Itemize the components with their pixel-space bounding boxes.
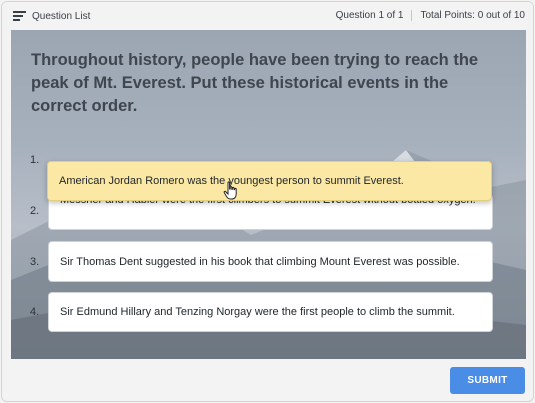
item-number: 2. (30, 205, 40, 217)
sortable-item-dragging[interactable]: American Jordan Romero was the youngest … (47, 161, 492, 201)
sortable-item[interactable]: Sir Thomas Dent suggested in his book th… (48, 241, 493, 282)
item-text: Sir Edmund Hillary and Tenzing Norgay we… (60, 306, 455, 318)
item-number: 3. (30, 256, 40, 268)
item-text: Sir Thomas Dent suggested in his book th… (60, 255, 460, 268)
question-text: Throughout history, people have been try… (31, 51, 479, 115)
hand-cursor-icon (223, 181, 237, 200)
question-list-button[interactable]: Question List (13, 8, 90, 24)
list-icon (13, 11, 26, 21)
quiz-status: Question 1 of 1 Total Points: 0 out of 1… (336, 10, 525, 21)
total-points: Total Points: 0 out of 10 (420, 10, 525, 21)
question-list-label: Question List (32, 10, 91, 22)
question-counter: Question 1 of 1 (335, 10, 404, 21)
top-bar: Question List Question 1 of 1 Total Poin… (2, 2, 533, 30)
status-divider (411, 10, 413, 21)
submit-button[interactable]: SUBMIT (450, 367, 525, 394)
item-number: 1. (30, 154, 40, 166)
item-number: 4. (30, 306, 40, 318)
quiz-frame: Question List Question 1 of 1 Total Poin… (1, 1, 534, 402)
sortable-item[interactable]: Sir Edmund Hillary and Tenzing Norgay we… (48, 292, 493, 332)
question-stage: Throughout history, people have been try… (11, 30, 526, 359)
